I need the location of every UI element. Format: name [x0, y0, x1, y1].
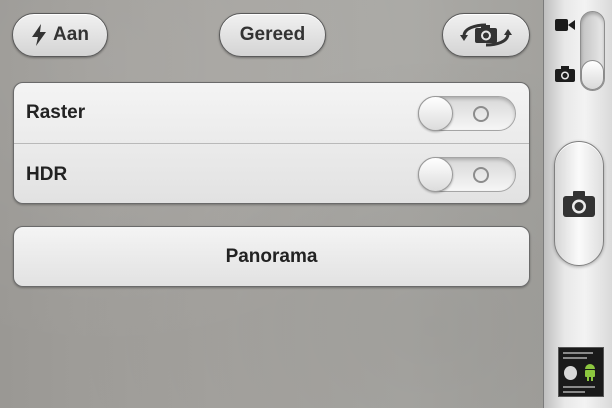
- android-logo-icon: [585, 364, 595, 381]
- hdr-label: HDR: [26, 163, 68, 185]
- camera-icon: [563, 190, 595, 217]
- done-label: Gereed: [239, 24, 306, 45]
- settings-row-hdr: HDR: [14, 144, 529, 203]
- photo-video-switch[interactable]: [580, 11, 605, 91]
- apple-logo-icon: [564, 366, 577, 380]
- hdr-toggle[interactable]: [418, 157, 516, 192]
- settings-group: Raster HDR: [13, 82, 530, 204]
- grid-label: Raster: [26, 102, 86, 123]
- video-camera-icon: [555, 19, 575, 31]
- camera-control-bar: [543, 0, 612, 408]
- settings-row-grid: Raster: [14, 83, 529, 144]
- mode-switch-knob[interactable]: [581, 60, 604, 90]
- toggle-knob[interactable]: [418, 95, 453, 131]
- toggle-knob[interactable]: [418, 157, 453, 192]
- switch-camera-icon: [460, 23, 512, 47]
- lightning-icon: [32, 24, 47, 46]
- shutter-button[interactable]: [554, 141, 604, 266]
- panorama-button[interactable]: Panorama: [13, 226, 530, 287]
- toggle-off-indicator: [473, 167, 489, 183]
- panorama-label: Panorama: [225, 245, 318, 267]
- thumbnail-text-line: [563, 386, 595, 388]
- flash-button[interactable]: Aan: [12, 13, 108, 57]
- camera-viewfinder[interactable]: Aan Gereed Raster HDR Panorama: [0, 0, 543, 408]
- thumbnail-text-line: [563, 357, 587, 359]
- thumbnail-text-line: [563, 391, 585, 393]
- last-photo-thumbnail[interactable]: [558, 347, 604, 397]
- thumbnail-text-line: [563, 352, 593, 354]
- switch-camera-button[interactable]: [442, 13, 530, 57]
- flash-label: Aan: [53, 24, 89, 45]
- toggle-off-indicator: [473, 105, 489, 122]
- camera-icon: [555, 66, 575, 82]
- done-button[interactable]: Gereed: [219, 13, 326, 57]
- grid-toggle[interactable]: [418, 95, 516, 131]
